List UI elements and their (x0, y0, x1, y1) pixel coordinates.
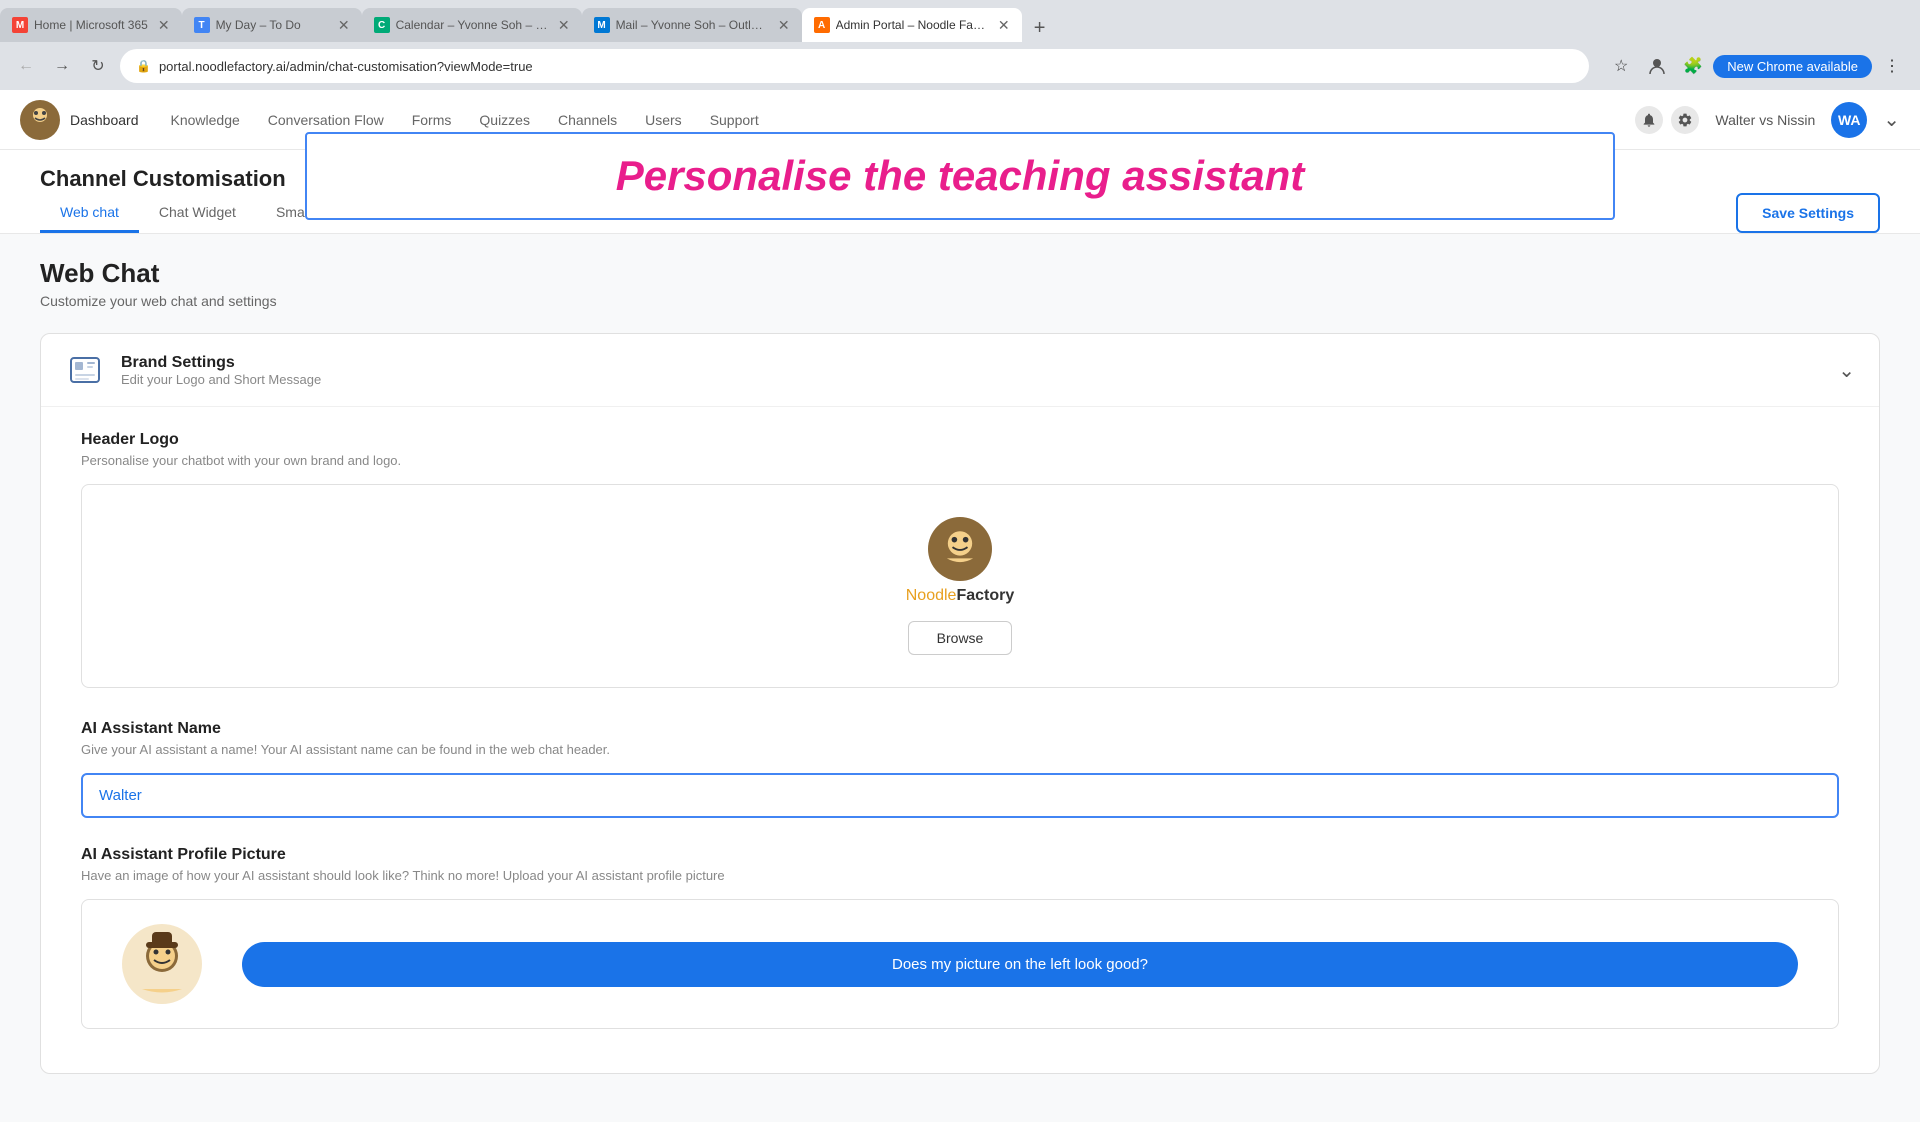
ai-profile-picture-section: AI Assistant Profile Picture Have an ima… (81, 846, 1839, 1029)
banner-overlay: Personalise the teaching assistant (305, 132, 1615, 220)
nav-right: Walter vs Nissin WA ⌄ (1635, 102, 1900, 138)
tab-mail[interactable]: M Mail – Yvonne Soh – Outlook ✕ (582, 8, 802, 42)
menu-icon[interactable]: ⋮ (1876, 50, 1908, 82)
save-settings-button[interactable]: Save Settings (1736, 193, 1880, 233)
noodle-logo-avatar (928, 517, 992, 581)
noodle-word: Noodle (906, 587, 957, 604)
tab-close-calendar[interactable]: ✕ (558, 17, 570, 34)
back-button[interactable]: ← (12, 52, 40, 80)
profile-preview-image (122, 924, 202, 1004)
page-subtitle: Customize your web chat and settings (40, 293, 1880, 309)
tab-favicon-admin: A (814, 17, 830, 33)
profile-preview-box: Does my picture on the left look good? (81, 899, 1839, 1029)
nav-dropdown-chevron[interactable]: ⌄ (1883, 107, 1900, 132)
brand-settings-chevron-icon[interactable]: ⌄ (1838, 358, 1855, 383)
nav-users[interactable]: Users (645, 112, 682, 128)
notification-icon[interactable] (1635, 106, 1663, 134)
brand-settings-text: Brand Settings Edit your Logo and Short … (121, 354, 1838, 387)
nav-channels[interactable]: Channels (558, 112, 617, 128)
forward-button[interactable]: → (48, 52, 76, 80)
tab-favicon-mail: M (594, 17, 610, 33)
brand-settings-header[interactable]: Brand Settings Edit your Logo and Short … (41, 334, 1879, 406)
ai-profile-label: AI Assistant Profile Picture (81, 846, 1839, 864)
refresh-button[interactable]: ↻ (84, 52, 112, 80)
banner-text: Personalise the teaching assistant (337, 152, 1583, 200)
ai-profile-desc: Have an image of how your AI assistant s… (81, 868, 1839, 883)
tab-web-chat[interactable]: Web chat (40, 192, 139, 233)
tab-title-mail: Mail – Yvonne Soh – Outlook (616, 18, 768, 32)
tab-close-mail[interactable]: ✕ (778, 17, 790, 34)
tab-favicon-todo: T (194, 17, 210, 33)
tab-todo[interactable]: T My Day – To Do ✕ (182, 8, 362, 42)
new-chrome-badge[interactable]: New Chrome available (1713, 55, 1872, 78)
browse-button[interactable]: Browse (908, 621, 1013, 655)
tab-title-admin: Admin Portal – Noodle Facto... (836, 18, 988, 32)
bookmark-icon[interactable]: ☆ (1605, 50, 1637, 82)
profile-cta-button[interactable]: Does my picture on the left look good? (242, 942, 1798, 987)
ai-name-label: AI Assistant Name (81, 720, 1839, 738)
logo-upload-box: NoodleFactory Browse (81, 484, 1839, 688)
brand-settings-title: Brand Settings (121, 354, 1838, 372)
noodle-logo-text: NoodleFactory (906, 587, 1015, 605)
brand-settings-body: Header Logo Personalise your chatbot wit… (41, 406, 1879, 1073)
lock-icon: 🔒 (136, 59, 151, 73)
header-logo-desc: Personalise your chatbot with your own b… (81, 453, 1839, 468)
noodle-logo: NoodleFactory (906, 517, 1015, 605)
tab-favicon-calendar: C (374, 17, 390, 33)
nav-knowledge[interactable]: Knowledge (171, 112, 240, 128)
user-name-label: Walter vs Nissin (1715, 112, 1815, 128)
dashboard-link[interactable]: Dashboard (70, 112, 139, 128)
address-text: portal.noodlefactory.ai/admin/chat-custo… (159, 59, 1573, 74)
address-bar[interactable]: 🔒 portal.noodlefactory.ai/admin/chat-cus… (120, 49, 1589, 83)
tab-title-todo: My Day – To Do (216, 18, 328, 32)
nav-conversation-flow[interactable]: Conversation Flow (268, 112, 384, 128)
logo-avatar (20, 100, 60, 140)
brand-settings-icon (65, 350, 105, 390)
header-logo-label: Header Logo (81, 431, 1839, 449)
nav-links: Knowledge Conversation Flow Forms Quizze… (171, 112, 1604, 128)
main-area: Web Chat Customize your web chat and set… (0, 234, 1920, 1122)
extensions-icon[interactable]: 🧩 (1677, 50, 1709, 82)
tab-close-m365[interactable]: ✕ (158, 17, 170, 34)
tab-title-m365: Home | Microsoft 365 (34, 18, 148, 32)
ai-name-desc: Give your AI assistant a name! Your AI a… (81, 742, 1839, 757)
tab-title-calendar: Calendar – Yvonne Soh – Out... (396, 18, 548, 32)
brand-settings-subtitle: Edit your Logo and Short Message (121, 372, 1838, 387)
brand-settings-card: Brand Settings Edit your Logo and Short … (40, 333, 1880, 1074)
logo-area: Dashboard (20, 100, 139, 140)
tab-close-todo[interactable]: ✕ (338, 17, 350, 34)
ai-name-input[interactable] (81, 773, 1839, 818)
tab-microsoft365[interactable]: M Home | Microsoft 365 ✕ (0, 8, 182, 42)
tab-close-admin[interactable]: ✕ (998, 17, 1010, 34)
tab-admin-portal[interactable]: A Admin Portal – Noodle Facto... ✕ (802, 8, 1022, 42)
settings-icon[interactable] (1671, 106, 1699, 134)
tab-favicon-m365: M (12, 17, 28, 33)
tab-calendar[interactable]: C Calendar – Yvonne Soh – Out... ✕ (362, 8, 582, 42)
new-tab-button[interactable]: + (1026, 14, 1054, 42)
user-avatar[interactable]: WA (1831, 102, 1867, 138)
nav-support[interactable]: Support (710, 112, 759, 128)
tab-chat-widget[interactable]: Chat Widget (139, 192, 256, 233)
nav-quizzes[interactable]: Quizzes (479, 112, 530, 128)
ai-assistant-name-section: AI Assistant Name Give your AI assistant… (81, 720, 1839, 818)
profile-icon[interactable] (1641, 50, 1673, 82)
nav-forms[interactable]: Forms (412, 112, 452, 128)
factory-word: Factory (956, 587, 1014, 604)
header-logo-section: Header Logo Personalise your chatbot wit… (81, 431, 1839, 688)
page-title: Web Chat (40, 258, 1880, 289)
